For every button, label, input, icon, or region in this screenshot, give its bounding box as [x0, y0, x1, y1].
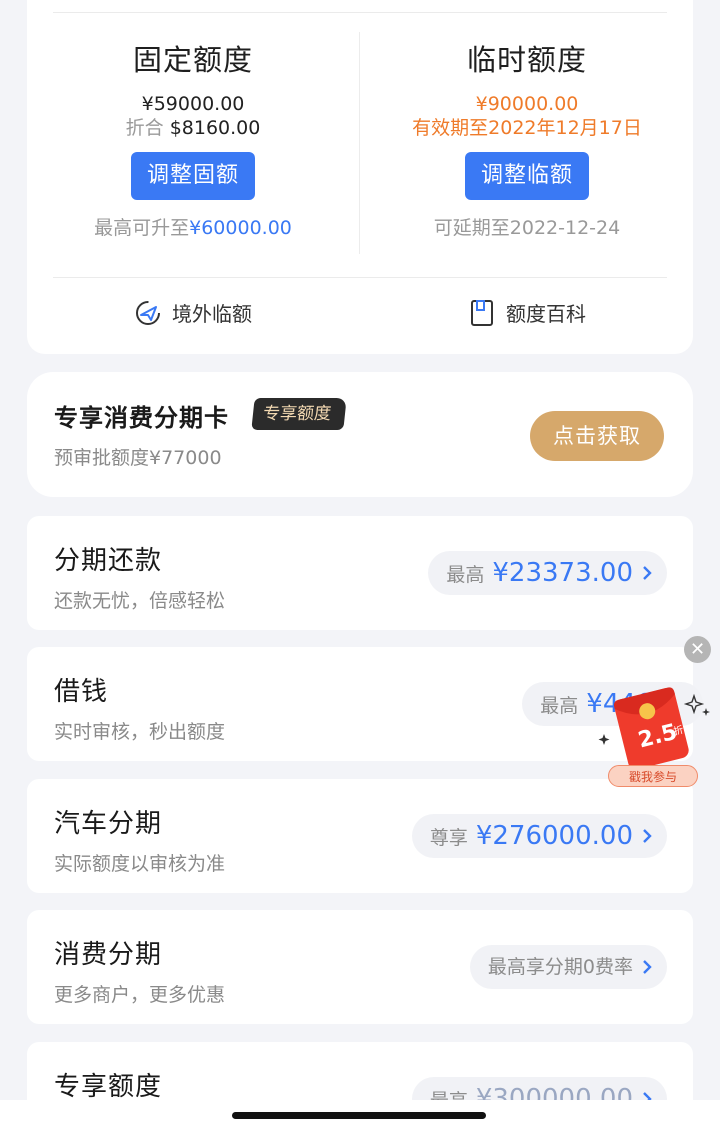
quota-wiki-label: 额度百科: [506, 302, 586, 326]
temporary-quota-validity: 有效期至2022年12月17日: [412, 117, 642, 139]
product-amount-pill[interactable]: 最高 ¥23373.00: [428, 551, 667, 595]
home-indicator[interactable]: [232, 1112, 486, 1119]
fixed-quota-title: 固定额度: [132, 43, 253, 77]
pill-value: ¥23373.00: [492, 558, 633, 588]
fixed-quota-converted: 折合 $8160.00: [27, 116, 359, 140]
product-row-car-installment[interactable]: 汽车分期 实际额度以审核为准 尊享 ¥276000.00: [27, 779, 693, 893]
promo-tag: 戳我参与: [608, 765, 698, 787]
product-title: 汽车分期: [54, 809, 163, 839]
column-divider: [359, 32, 360, 254]
overseas-quota-link[interactable]: 境外临额: [134, 298, 252, 327]
adjust-fixed-button[interactable]: 调整固额: [130, 152, 255, 200]
pill-prefix: 最高: [446, 564, 485, 586]
close-icon[interactable]: ✕: [684, 636, 711, 663]
chevron-right-icon: [643, 960, 652, 974]
hint-prefix: 最高可升至: [94, 217, 190, 239]
quota-card: 固定额度 ¥59000.00 折合 $8160.00 调整固额 最高可升至¥60…: [27, 0, 693, 354]
adjust-temporary-button[interactable]: 调整临额: [464, 152, 589, 200]
exclusive-installment-card[interactable]: 专享消费分期卡 专享额度 预审批额度¥77000 点击获取: [27, 372, 693, 497]
pill-value: ¥276000.00: [475, 821, 633, 851]
pill-text: 最高享分期0费率: [487, 956, 633, 978]
fixed-quota-column: 固定额度 ¥59000.00 折合 $8160.00 调整固额 最高可升至¥60…: [27, 40, 359, 241]
product-title: 借钱: [54, 677, 109, 707]
converted-label: 折合: [125, 117, 164, 139]
red-envelope-icon: 2.5 折: [598, 687, 710, 770]
hint-value: ¥60000.00: [189, 217, 292, 239]
pill-prefix: 最高: [540, 695, 579, 717]
divider: [53, 12, 667, 13]
product-row-installment-repay[interactable]: 分期还款 还款无忧，倍感轻松 最高 ¥23373.00: [27, 516, 693, 630]
temporary-quota-hint: 可延期至2022-12-24: [433, 217, 621, 239]
chevron-right-icon: [643, 566, 652, 580]
plane-globe-icon: [136, 300, 160, 325]
temporary-quota-title: 临时额度: [466, 43, 587, 77]
exclusive-card-title: 专享消费分期卡: [54, 404, 229, 432]
temporary-quota-amount: ¥90000.00: [475, 93, 579, 115]
product-subtitle: 实际额度以审核为准: [54, 853, 226, 875]
product-amount-pill[interactable]: 最高享分期0费率: [469, 945, 667, 989]
product-row-consumer-installment[interactable]: 消费分期 更多商户，更多优惠 最高享分期0费率: [27, 910, 693, 1024]
red-envelope-promo[interactable]: 2.5 折 戳我参与: [594, 684, 714, 788]
temporary-quota-column: 临时额度 ¥90000.00 有效期至2022年12月17日 调整临额 可延期至…: [361, 40, 693, 241]
divider: [53, 277, 667, 278]
product-subtitle: 还款无忧，倍感轻松: [54, 590, 226, 612]
product-subtitle: 实时审核，秒出额度: [54, 721, 226, 743]
overseas-quota-label: 境外临额: [172, 302, 252, 326]
exclusive-badge: 专享额度: [251, 398, 347, 430]
pill-prefix: 尊享: [429, 827, 468, 849]
product-title: 分期还款: [54, 546, 163, 576]
exclusive-card-subtitle: 预审批额度¥77000: [54, 447, 222, 469]
product-subtitle: 更多商户，更多优惠: [54, 984, 226, 1006]
book-icon: [471, 299, 493, 326]
get-now-button[interactable]: 点击获取: [530, 411, 664, 461]
product-title: 消费分期: [54, 940, 163, 970]
quota-wiki-link[interactable]: 额度百科: [468, 298, 586, 327]
fixed-quota-hint: 最高可升至¥60000.00: [27, 215, 359, 241]
product-title: 专享额度: [54, 1072, 163, 1102]
fixed-quota-amount: ¥59000.00: [141, 93, 245, 115]
converted-value: $8160.00: [169, 117, 261, 139]
product-amount-pill[interactable]: 尊享 ¥276000.00: [411, 814, 667, 858]
chevron-right-icon: [643, 829, 652, 843]
